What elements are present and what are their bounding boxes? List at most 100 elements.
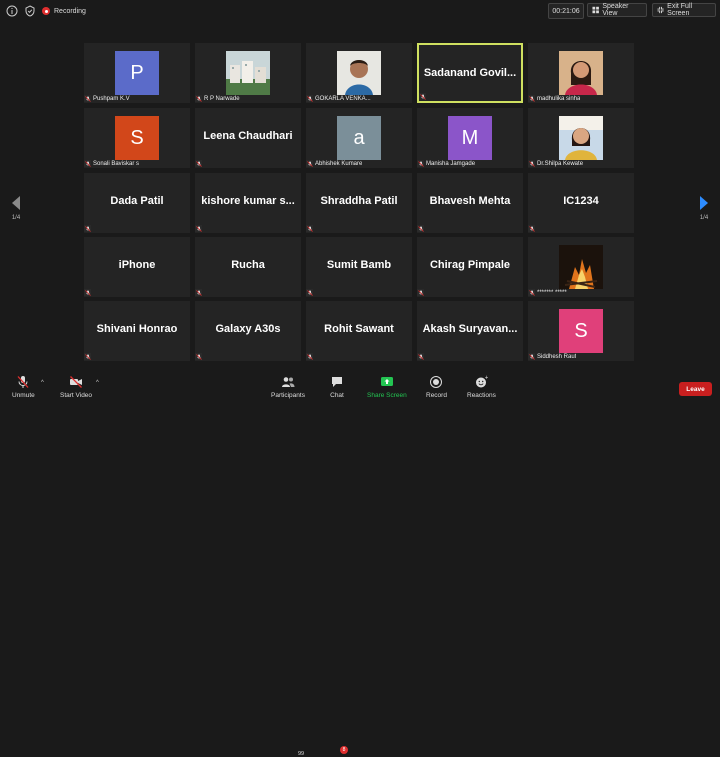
participant-tile[interactable]: Rohit Sawant (306, 301, 412, 361)
participant-display-name: Rohit Sawant (324, 323, 394, 335)
mic-status (84, 160, 91, 167)
participant-tile[interactable]: GOKARLA VENKA... (306, 43, 412, 103)
participant-tile[interactable]: Galaxy A30s (195, 301, 301, 361)
participant-name: Siddhesh Raut (537, 353, 577, 360)
mic-status (306, 353, 313, 360)
muted-mic-icon (528, 225, 535, 232)
avatar: M (448, 116, 492, 160)
info-icon[interactable] (6, 5, 18, 17)
muted-mic-icon (84, 225, 91, 232)
mic-status (84, 225, 91, 232)
mic-status (417, 160, 424, 167)
participant-tile[interactable]: R P Narwade (195, 43, 301, 103)
meeting-toolbar: Unmute ^ Start Video ^ Participants 99 C… (0, 371, 720, 757)
participant-tile[interactable]: S Siddhesh Raut (528, 301, 634, 361)
speaker-view-button[interactable]: Speaker View (587, 3, 647, 17)
participant-tile[interactable]: M Manisha Jamgade (417, 108, 523, 168)
participant-display-name: Bhavesh Mehta (429, 195, 511, 207)
leave-button[interactable]: Leave (679, 382, 712, 396)
participant-display-name: Leena Chaudhari (203, 130, 293, 142)
muted-mic-icon (195, 289, 202, 296)
participants-icon (281, 377, 295, 387)
muted-mic-icon (195, 353, 202, 360)
recording-indicator: Recording (42, 5, 86, 17)
participant-name-label: GOKARLA VENKA... (306, 95, 371, 102)
muted-mic-icon (417, 353, 424, 360)
buildings-photo (226, 51, 270, 95)
participant-name: madhulika sinha (537, 95, 581, 102)
participant-tile[interactable]: Sumit Bamb (306, 237, 412, 297)
participant-tile[interactable]: IC1234 (528, 173, 634, 233)
avatar: a (337, 116, 381, 160)
participant-tile[interactable]: Shivani Honrao (84, 301, 190, 361)
unmute-label: Unmute (12, 392, 35, 399)
participant-name-label (195, 160, 202, 167)
participant-display-name: Sadanand Govil... (423, 67, 517, 79)
participant-tile[interactable]: Dr.Shilpa Kewate (528, 108, 634, 168)
recording-label: Recording (54, 7, 86, 15)
participant-name-label (84, 353, 91, 360)
participant-tile[interactable]: Rucha (195, 237, 301, 297)
participant-tile[interactable]: Shraddha Patil (306, 173, 412, 233)
participant-tile[interactable]: Chirag Pimpale (417, 237, 523, 297)
participant-display-name: Shraddha Patil (320, 195, 398, 207)
muted-mic-icon (528, 95, 535, 102)
participant-name-label (528, 225, 535, 232)
participant-tile[interactable]: madhulika sinha (528, 43, 634, 103)
mic-status (195, 353, 202, 360)
prev-page-nav[interactable]: 1/4 (6, 195, 26, 231)
participant-tile[interactable]: S Sonali Baviskar s (84, 108, 190, 168)
participant-tile[interactable]: Sadanand Govil... (417, 43, 523, 103)
arrow-left-icon[interactable] (10, 195, 22, 211)
participant-tile[interactable]: Bhavesh Mehta (417, 173, 523, 233)
muted-mic-icon (306, 353, 313, 360)
muted-mic-icon (195, 225, 202, 232)
unmute-button[interactable]: Unmute (12, 375, 35, 399)
next-page-nav[interactable]: 1/4 (694, 195, 714, 231)
participant-name-label: Manisha Jamgade (417, 160, 475, 167)
mic-status (84, 95, 91, 102)
participant-name: GOKARLA VENKA... (315, 95, 371, 102)
participant-tile[interactable]: iPhone (84, 237, 190, 297)
mic-status (528, 95, 535, 102)
muted-mic-icon (84, 289, 91, 296)
muted-mic-icon (306, 225, 313, 232)
muted-mic-icon (195, 160, 202, 167)
participant-name: ******* ***** (537, 289, 567, 296)
participant-tile[interactable]: ******* ***** (528, 237, 634, 297)
participant-tile[interactable]: Leena Chaudhari (195, 108, 301, 168)
start-video-label: Start Video (60, 392, 93, 399)
arrow-right-icon[interactable] (698, 195, 710, 211)
muted-mic-icon (528, 353, 535, 360)
participants-count: 99 (298, 751, 305, 757)
mic-status (84, 353, 91, 360)
participant-name-label (417, 225, 424, 232)
share-screen-button[interactable]: Share Screen (367, 375, 407, 399)
audio-options-caret-icon[interactable]: ^ (41, 380, 44, 386)
exit-fullscreen-button[interactable]: Exit Full Screen (652, 3, 716, 17)
participant-tile[interactable]: kishore kumar s... (195, 173, 301, 233)
participant-tile[interactable]: Akash Suryavan... (417, 301, 523, 361)
mic-status (419, 93, 426, 100)
participant-name-label: R P Narwade (195, 95, 240, 102)
participant-display-name: Dada Patil (110, 195, 164, 207)
record-button[interactable]: Record (426, 375, 447, 399)
shield-icon[interactable] (24, 5, 36, 17)
participants-button[interactable]: Participants (271, 375, 305, 399)
participant-tile[interactable]: a Abhishek Kumare (306, 108, 412, 168)
mic-status (195, 160, 202, 167)
chat-icon (332, 377, 342, 387)
participant-tile[interactable]: P Pushpam K.V (84, 43, 190, 103)
record-icon (430, 376, 443, 388)
muted-mic-icon (528, 289, 535, 296)
reactions-button[interactable]: + Reactions (467, 375, 496, 399)
participant-tile[interactable]: Dada Patil (84, 173, 190, 233)
start-video-button[interactable]: Start Video (60, 375, 92, 399)
page-indicator-left: 1/4 (11, 215, 21, 221)
woman-photo-2 (559, 116, 603, 160)
mic-status (528, 353, 535, 360)
video-options-caret-icon[interactable]: ^ (96, 380, 99, 386)
participant-name-label: Sonali Baviskar s (84, 160, 139, 167)
participant-name-label (419, 93, 426, 100)
chat-button[interactable]: Chat (330, 375, 344, 399)
